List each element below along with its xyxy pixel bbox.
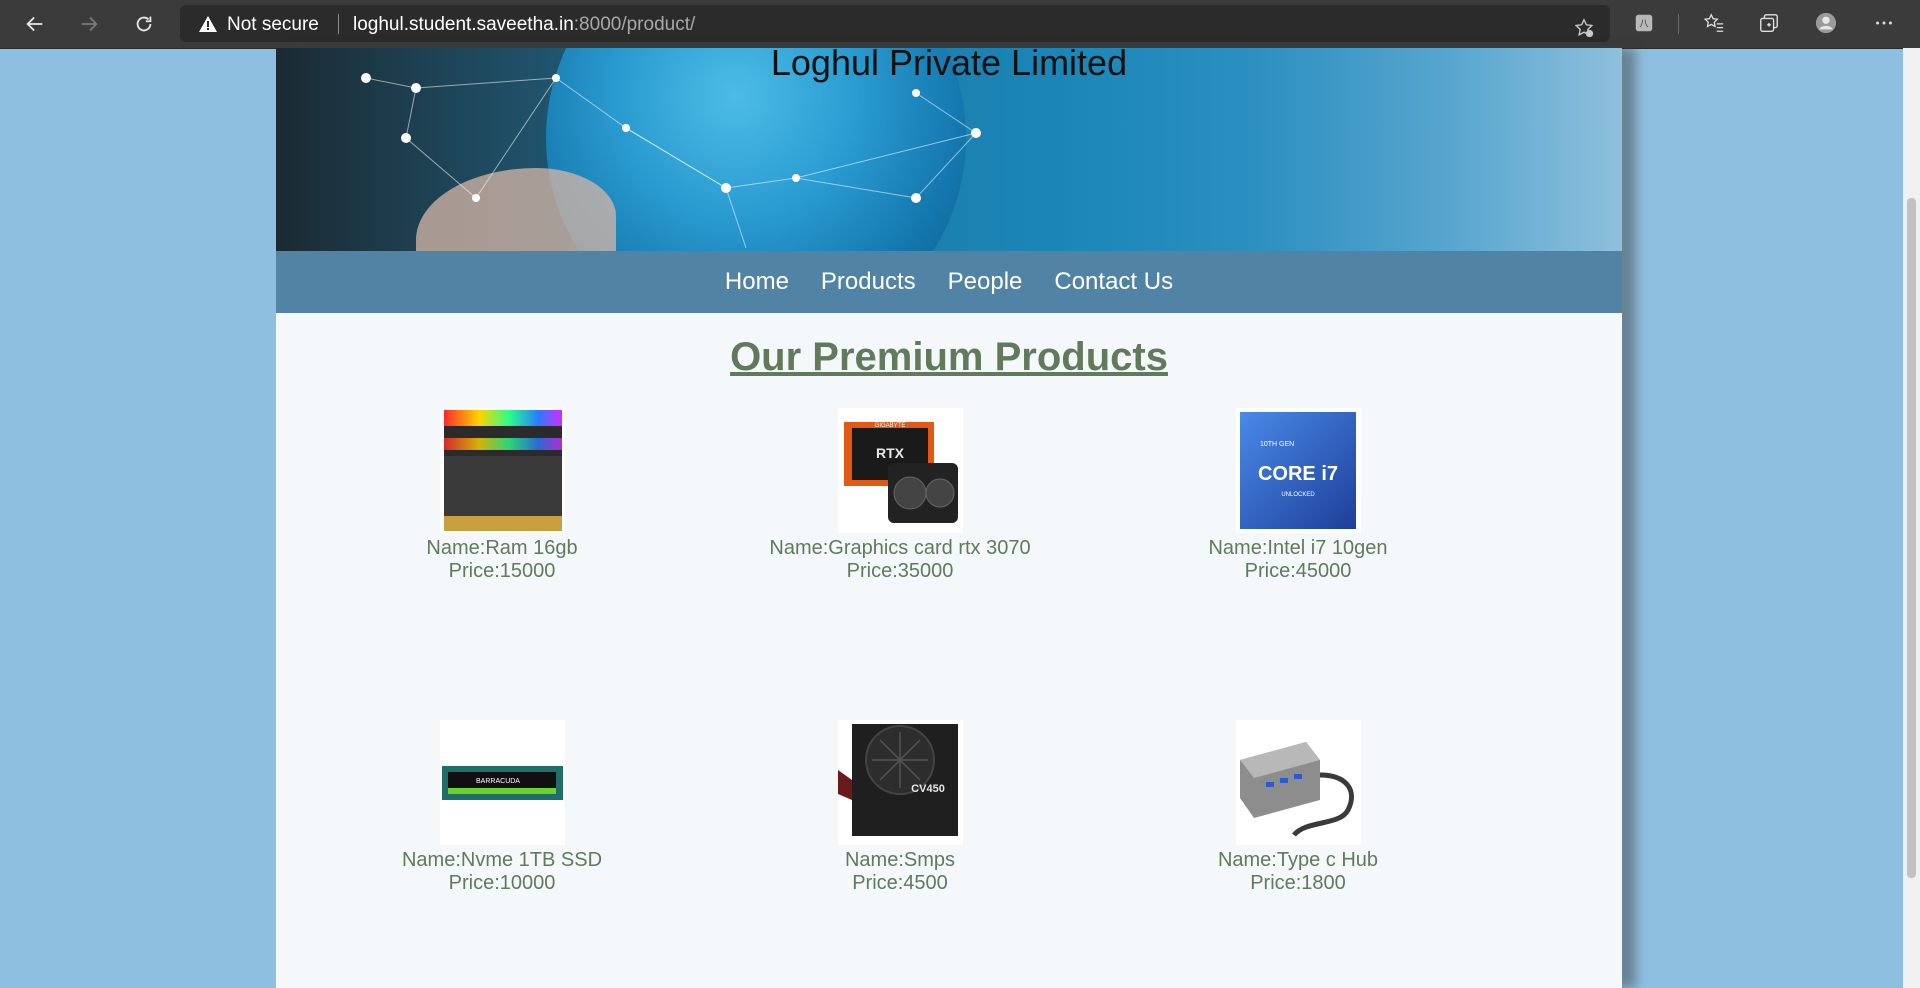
scrollbar-thumb[interactable] [1907,198,1916,878]
power-supply-image[interactable]: CV450 [837,720,963,845]
processor-image[interactable]: 10TH GEN CORE i7 UNLOCKED [1235,408,1361,533]
extension-icon[interactable]: 八 [1630,9,1658,37]
product-price: Price:1800 [1250,872,1346,894]
back-icon[interactable] [18,8,52,40]
nav-home[interactable]: Home [725,268,789,296]
ssd-brand-label: BARRACUDA [476,778,520,785]
warning-icon [199,16,217,32]
forward-icon[interactable] [72,8,106,40]
nav-people[interactable]: People [948,268,1023,296]
main-nav: Home Products People Contact Us [276,251,1622,313]
toolbar-divider [1678,14,1679,34]
svg-text:八: 八 [1639,19,1648,30]
product-card[interactable]: 10TH GEN CORE i7 UNLOCKED Name:Intel i7 … [1148,408,1448,583]
product-card[interactable]: Name:Ram 16gb Price:15000 [352,408,652,583]
nav-products[interactable]: Products [821,268,916,296]
product-card[interactable]: CV450 Name:Smps Price:4500 [750,720,1050,895]
address-bar[interactable]: Not secure loghul.student.saveetha.in:80… [180,5,1610,42]
ssd-image[interactable]: BARRACUDA [439,720,565,845]
product-price: Price:45000 [1244,560,1352,582]
psu-model-label: CV450 [911,783,945,795]
nav-contact-us[interactable]: Contact Us [1054,268,1173,296]
add-favorite-icon[interactable] [1570,14,1598,42]
product-price: Price:15000 [448,560,556,582]
scrollbar[interactable] [1903,48,1920,988]
profile-icon[interactable] [1812,9,1840,37]
more-icon[interactable] [1870,9,1898,37]
divider [338,14,339,34]
product-name: Name:Intel i7 10gen [1208,537,1388,559]
product-name: Name:Nvme 1TB SSD [401,849,603,871]
graphics-card-image[interactable]: RTX GIGABYTE [837,408,963,533]
product-price: Price:35000 [846,560,954,582]
product-name: Name:Smps [844,849,956,871]
url-host: loghul.student.saveetha.in [353,14,574,35]
product-price: Price:4500 [852,872,948,894]
gpu-brand-label: GIGABYTE [874,423,905,429]
url-path: :8000/product/ [573,14,696,35]
company-title: Loghul Private Limited [770,48,1128,83]
product-card[interactable]: RTX GIGABYTE Name:Graphics card rtx 3070… [750,408,1050,583]
product-card[interactable]: BARRACUDA Name:Nvme 1TB SSD Price:10000 [352,720,652,895]
security-status[interactable]: Not secure [227,14,319,36]
product-card[interactable]: Name:Type c Hub Price:1800 [1148,720,1448,895]
collections-icon[interactable] [1755,9,1783,37]
cpu-tag-label: UNLOCKED [1281,492,1315,498]
ram-image[interactable] [439,408,565,533]
url-text[interactable]: loghul.student.saveetha.in:8000/product/ [353,14,695,36]
gpu-model-label: RTX [876,445,905,461]
browser-toolbar: Not secure loghul.student.saveetha.in:80… [0,0,1920,49]
page-container: Loghul Private Limited Home Products Peo… [276,48,1622,988]
page-title: Our Premium Products [730,335,1168,379]
favorites-icon[interactable] [1700,9,1728,37]
product-name: Name:Type c Hub [1217,849,1379,871]
usb-hub-image[interactable] [1235,720,1361,845]
product-name: Name:Ram 16gb [426,537,578,559]
header-banner: Loghul Private Limited [276,48,1622,251]
reload-icon[interactable] [127,8,161,40]
product-price: Price:10000 [448,872,556,894]
cpu-name-label: CORE i7 [1257,463,1337,485]
cpu-gen-label: 10TH GEN [1260,441,1294,448]
product-name: Name:Graphics card rtx 3070 [769,537,1031,559]
